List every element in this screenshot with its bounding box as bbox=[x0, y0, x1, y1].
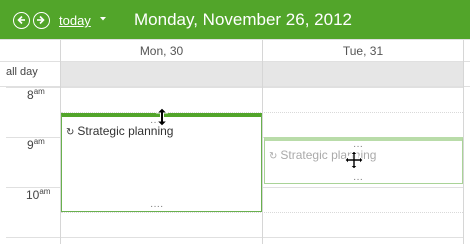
today-link[interactable]: today bbox=[59, 13, 91, 28]
bottom-resize-handle[interactable]: ···· bbox=[150, 201, 163, 212]
divider bbox=[0, 39, 470, 40]
repeat-icon: ↻ bbox=[269, 151, 278, 162]
day-header-mon[interactable]: Mon, 30 bbox=[61, 40, 262, 62]
column-divider bbox=[463, 40, 464, 244]
column-divider bbox=[262, 40, 263, 244]
date-title: Monday, November 26, 2012 bbox=[134, 10, 352, 29]
chevron-right-icon bbox=[37, 15, 45, 25]
next-button[interactable] bbox=[33, 12, 50, 29]
day-header-tue[interactable]: Tue, 31 bbox=[263, 40, 463, 62]
hour-label-10am: 10am bbox=[26, 187, 51, 202]
move-cursor-icon bbox=[344, 150, 364, 170]
hour-line bbox=[6, 87, 463, 88]
all-day-cell-mon[interactable] bbox=[61, 62, 262, 86]
bottom-resize-handle[interactable]: ··· bbox=[353, 174, 363, 185]
calendar-header: today Monday, November 26, 2012 bbox=[0, 0, 470, 39]
divider bbox=[0, 61, 470, 62]
all-day-cell-tue[interactable] bbox=[263, 62, 463, 86]
chevron-left-icon bbox=[17, 15, 25, 25]
caret-down-icon[interactable] bbox=[99, 16, 107, 22]
hour-label-9am: 9am bbox=[27, 137, 45, 152]
resize-vertical-cursor-icon bbox=[155, 107, 169, 127]
all-day-label: all day bbox=[6, 66, 38, 78]
event-strategic-planning[interactable]: ↻ Strategic planning ···· ···· bbox=[61, 113, 262, 212]
calendar-widget: today Monday, November 26, 2012 Mon, 30 … bbox=[0, 0, 470, 244]
hour-label-8am: 8am bbox=[27, 87, 45, 102]
hour-line bbox=[6, 237, 463, 238]
repeat-icon: ↻ bbox=[66, 127, 75, 138]
prev-button[interactable] bbox=[13, 12, 30, 29]
